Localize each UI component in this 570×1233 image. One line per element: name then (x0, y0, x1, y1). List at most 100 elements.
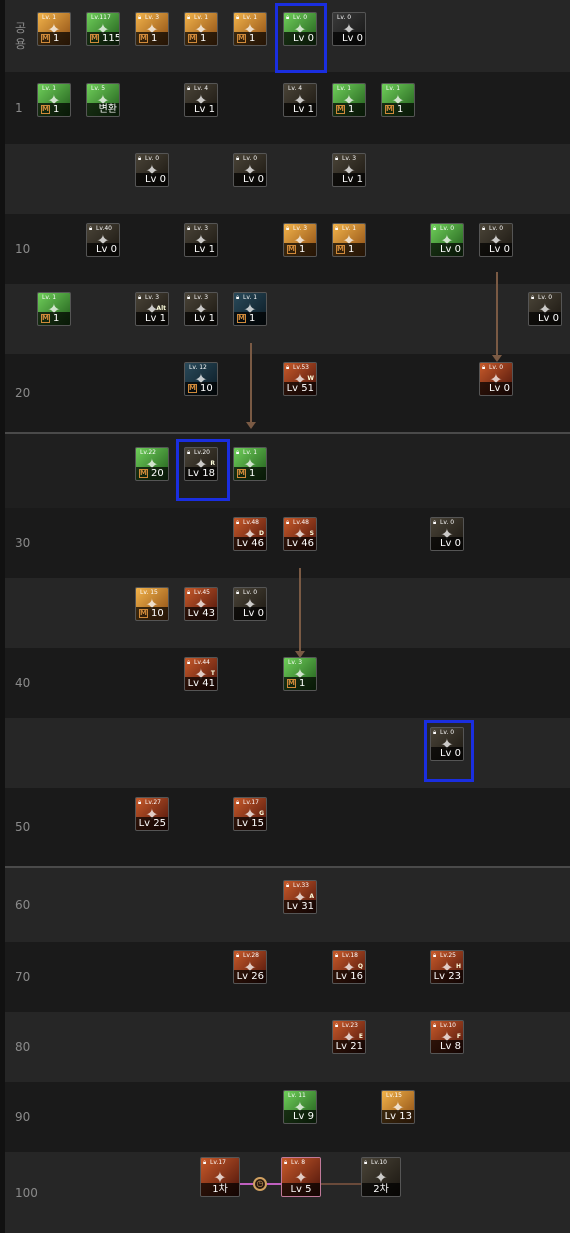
required-level: Lv. 1 (42, 85, 57, 92)
skill-slot[interactable]: ✦ 🔒︎ Lv. 3M1 (135, 12, 169, 46)
current-level: Lv 0 (341, 33, 363, 44)
hotkey-label: H (455, 963, 461, 970)
prerequisite-arrow (295, 568, 305, 658)
skill-slot[interactable]: ✦ Lv. 3M1 (283, 657, 317, 691)
skill-slot[interactable]: ✦ 🔒︎ Lv. 8 Lv 5 (281, 1157, 321, 1197)
current-level: Lv 0 (439, 748, 461, 759)
skill-slot[interactable]: ✦ 🔒︎ Lv. 0 Lv 0 (430, 223, 464, 257)
skill-slot[interactable]: ✦ 🔒︎ Lv.45 Lv 43 (184, 587, 218, 621)
skill-slot[interactable]: ✦ Lv. 1M1 (37, 292, 71, 326)
tier-label: 90 (15, 1110, 31, 1124)
skill-slot[interactable]: ✦ 🔒︎ Lv. 0 Lv 0 (135, 153, 169, 187)
required-level: Lv.117 (91, 14, 111, 21)
current-level: Lv 1 (292, 104, 314, 115)
skill-slot[interactable]: ✦ 🔒︎ Lv. 3M1 (283, 223, 317, 257)
skill-slot[interactable]: ✦ Lv. 15 M 10 (135, 587, 169, 621)
skill-slot[interactable]: ✦ 🔒︎ Lv.25 H Lv 23 (430, 950, 464, 984)
skill-slot[interactable]: ✦ Lv. 1M1 (37, 83, 71, 117)
skill-slot[interactable]: ✦ Lv. 11 Lv 9 (283, 1090, 317, 1124)
skill-slot[interactable]: ✦ 🔒︎ Lv. 1M1 (233, 12, 267, 46)
skill-slot[interactable]: ✦ 🔒︎ Lv. 0 Lv 0 (528, 292, 562, 326)
current-level: Lv 1 (193, 244, 215, 255)
mastery-level: 1 (299, 244, 306, 255)
skill-slot[interactable]: ✦ Lv. 4 Lv 1 (283, 83, 317, 117)
current-level: Lv 1 (193, 104, 215, 115)
skill-slot[interactable]: ✦ Lv. 1M1 (332, 83, 366, 117)
skill-slot[interactable]: ✦ 🔒︎ Lv. 0 Lv 0 (479, 362, 513, 396)
skill-slot[interactable]: ✦ 🔒︎ Lv. 3 Lv 1 (332, 153, 366, 187)
lock-icon: 🔒︎ (187, 294, 191, 301)
skill-slot[interactable]: ✦ Lv. 1M1 (381, 83, 415, 117)
lock-icon: 🔒︎ (236, 14, 240, 21)
skill-slot[interactable]: ✦ Lv. 0 Lv 0 (332, 12, 366, 46)
lock-icon: 🔒︎ (284, 1159, 288, 1166)
skill-slot[interactable]: ✦ Lv.117 M 115 (86, 12, 120, 46)
skill-slot[interactable]: ✦ 🔒︎ Lv.18 Q Lv 16 (332, 950, 366, 984)
current-level: Lv 0 (439, 244, 461, 255)
skill-slot[interactable]: ✦ 🔒︎ Lv. 0 Lv 0 (430, 517, 464, 551)
tier-row (5, 578, 570, 648)
skill-slot[interactable]: ✦ 🔒︎ Lv.20 R Lv 18 (184, 447, 218, 481)
skill-slot[interactable]: ✦ 🔒︎ Lv. 0 Lv 0 (430, 727, 464, 761)
skill-slot[interactable]: ✦ 🔒︎ Lv.48 S Lv 46 (283, 517, 317, 551)
lock-icon: 🔒︎ (187, 589, 191, 596)
skill-slot[interactable]: ✦ 🔒︎ Lv. 0 Lv 0 (479, 223, 513, 257)
current-level: Lv 15 (236, 818, 264, 829)
mastery-icon: M (139, 34, 148, 43)
lock-icon: 🔒︎ (286, 882, 290, 889)
clock-icon: ◷ (253, 1177, 267, 1191)
required-level: Lv. 0 (440, 225, 455, 232)
skill-slot[interactable]: ✦ Lv.15 Lv 13 (381, 1090, 415, 1124)
skill-slot[interactable]: ✦ 🔒︎ Lv.17 G Lv 15 (233, 797, 267, 831)
skill-slot[interactable]: ✦ 🔒︎ Lv. 3 Lv 1 (184, 292, 218, 326)
skill-slot[interactable]: ✦ 🔒︎ Lv.10 2차 (361, 1157, 401, 1197)
mastery-level: 1 (249, 468, 256, 479)
skill-slot[interactable]: ✦ 🔒︎ Lv. 1M1 (233, 292, 267, 326)
required-level: Lv.10 (440, 1022, 456, 1029)
skill-slot[interactable]: ✦ 🔒︎ Lv.23 E Lv 21 (332, 1020, 366, 1054)
skill-slot[interactable]: ✦ 🔒︎ Lv.10 F Lv 8 (430, 1020, 464, 1054)
mastery-icon: M (287, 245, 296, 254)
skill-slot[interactable]: ✦ 🔒︎ Lv. 1M1 (332, 223, 366, 257)
current-level: Lv 0 (488, 244, 510, 255)
skill-slot[interactable]: ✦ Lv.22 M 20 (135, 447, 169, 481)
skill-slot[interactable]: ✦ Lv. 1M1 (37, 12, 71, 46)
required-level: Lv.17 (243, 799, 259, 806)
required-level: Lv. 1 (243, 14, 258, 21)
skill-slot[interactable]: ✦ 🔒︎ Lv. 3 Alt Lv 1 (135, 292, 169, 326)
skill-slot[interactable]: ✦ 🔒︎ Lv.44 T Lv 41 (184, 657, 218, 691)
skill-slot[interactable]: ✦ 🔒︎ Lv. 0 Lv 0 (233, 587, 267, 621)
required-level: Lv.25 (440, 952, 456, 959)
skill-slot[interactable]: ✦ 🔒︎ Lv. 1M1 (184, 12, 218, 46)
lock-icon: 🔒︎ (335, 225, 339, 232)
required-level: Lv. 1 (243, 294, 258, 301)
skill-slot[interactable]: ✦ 🔒︎ Lv.40 Lv 0 (86, 223, 120, 257)
lock-icon: 🔒︎ (286, 225, 290, 232)
hotkey-label: R (210, 460, 215, 467)
skill-slot[interactable]: ✦ 🔒︎ Lv.53 W Lv 51 (283, 362, 317, 396)
lock-icon: 🔒︎ (433, 225, 437, 232)
skill-slot[interactable]: ✦ Lv. 5 변환 (86, 83, 120, 117)
lock-icon: 🔒︎ (236, 294, 240, 301)
skill-slot[interactable]: ✦ Lv. 12 M 10 (184, 362, 218, 396)
required-level: Lv.28 (243, 952, 259, 959)
skill-slot[interactable]: ✦ 🔒︎ Lv.27 Lv 25 (135, 797, 169, 831)
mastery-icon: M (139, 469, 148, 478)
skill-slot[interactable]: ✦ 🔒︎ Lv.28 Lv 26 (233, 950, 267, 984)
skill-slot[interactable]: ✦ 🔒︎ Lv.33 A Lv 31 (283, 880, 317, 914)
required-level: Lv. 11 (288, 1092, 306, 1099)
lock-icon: 🔒︎ (138, 294, 142, 301)
skill-slot[interactable]: ✦ 🔒︎ Lv.48 D Lv 46 (233, 517, 267, 551)
skill-slot[interactable]: ✦ 🔒︎ Lv. 0 Lv 0 (283, 12, 317, 46)
skill-slot[interactable]: ✦ 🔒︎ Lv. 1M1 (233, 447, 267, 481)
required-level: Lv.23 (342, 1022, 358, 1029)
required-level: Lv. 1 (42, 14, 57, 21)
skill-slot[interactable]: ✦ 🔒︎ Lv. 3 Lv 1 (184, 223, 218, 257)
tier-row-80: 80 (5, 1012, 570, 1082)
skill-slot[interactable]: ✦ 🔒︎ Lv. 0 Lv 0 (233, 153, 267, 187)
prerequisite-arrow (492, 272, 502, 362)
lock-icon: 🔒︎ (236, 589, 240, 596)
current-level: Lv 26 (236, 971, 264, 982)
skill-slot[interactable]: ✦ 🔒︎ Lv. 4 Lv 1 (184, 83, 218, 117)
skill-slot[interactable]: ✦ 🔒︎ Lv.17 1차 (200, 1157, 240, 1197)
